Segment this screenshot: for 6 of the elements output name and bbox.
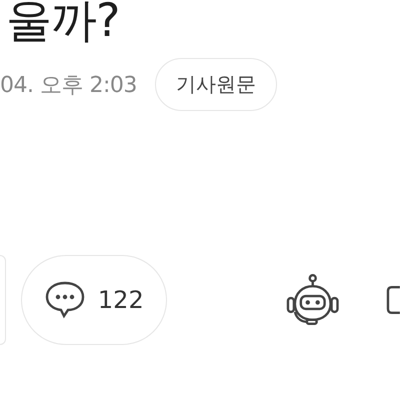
comment-button[interactable]: 122: [20, 255, 167, 346]
robot-icon[interactable]: [284, 274, 340, 326]
original-article-button[interactable]: 기사원문: [154, 58, 277, 112]
publish-date: 04. 오후 2:03: [0, 72, 137, 100]
headline: 울까?: [6, 0, 120, 49]
toolbar-icon[interactable]: [386, 285, 400, 316]
